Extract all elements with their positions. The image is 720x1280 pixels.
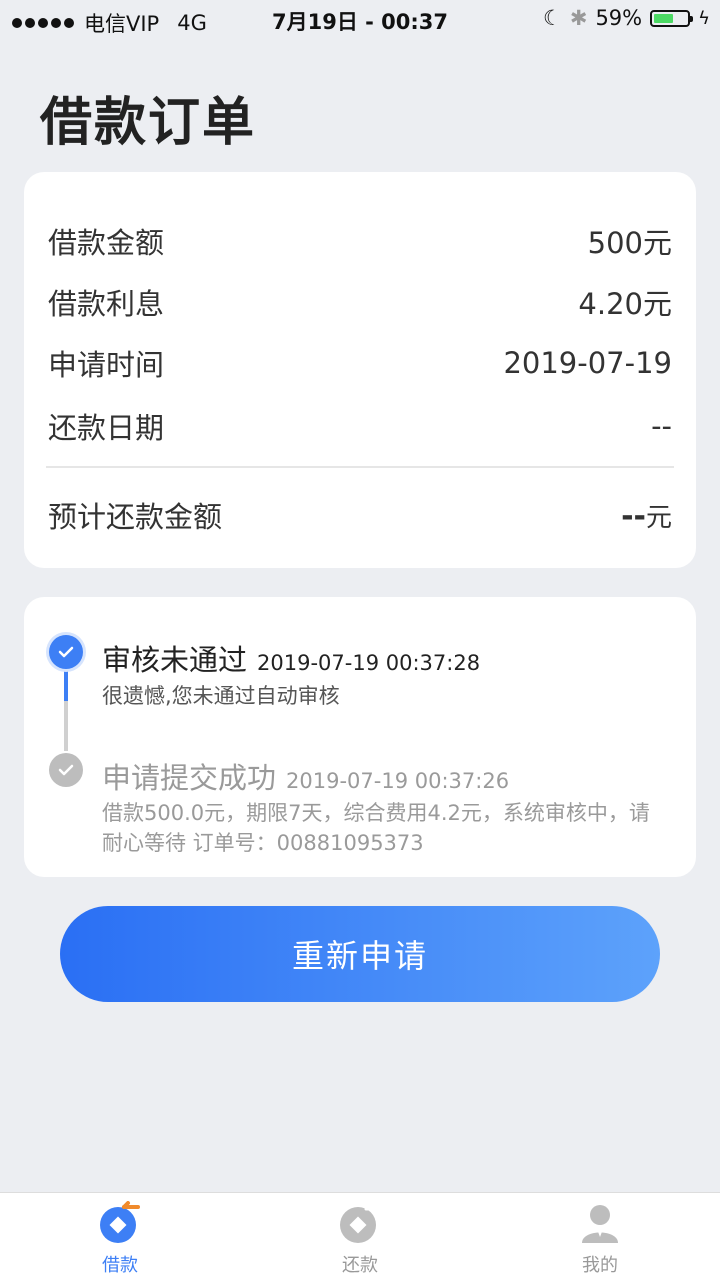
timeline-desc: 很遗憾,您未通过自动审核 [102, 684, 340, 708]
profile-icon [578, 1201, 622, 1245]
tab-label: 还款 [342, 1255, 378, 1276]
charging-icon: ϟ [698, 7, 710, 29]
tab-bar: 借款 还款 我的 [0, 1192, 720, 1280]
repay-icon [338, 1201, 382, 1245]
summary-row-apply-time: 申请时间 2019-07-19 [48, 342, 672, 384]
loan-icon [98, 1201, 142, 1245]
total-value: -- [621, 498, 646, 534]
summary-row-amount: 借款金额 500元 [48, 220, 672, 262]
timeline-item-title: 审核未通过 2019-07-19 00:37:28 [102, 637, 480, 679]
summary-value: 2019-07-19 [503, 346, 672, 380]
tab-repay[interactable]: 还款 [300, 1201, 420, 1277]
battery-icon [650, 9, 694, 27]
summary-label: 借款金额 [48, 226, 165, 260]
review-timeline-card: 审核未通过 2019-07-19 00:37:28 很遗憾,您未通过自动审核 申请… [24, 597, 696, 877]
tab-label: 借款 [102, 1255, 138, 1276]
summary-row-total: 预计还款金额 --元 [48, 494, 672, 536]
status-right: ☾ ✱ 59% ϟ [543, 6, 710, 30]
tab-profile[interactable]: 我的 [540, 1201, 660, 1277]
timeline-time: 2019-07-19 00:37:28 [257, 651, 481, 675]
summary-divider [46, 466, 674, 468]
timeline-desc: 借款500.0元，期限7天，综合费用4.2元，系统审核中，请耐心等待 订单号：0… [102, 801, 650, 855]
timeline-item-title: 申请提交成功 2019-07-19 00:37:26 [102, 755, 509, 797]
total-unit: 元 [645, 502, 672, 533]
timeline-status: 申请提交成功 [102, 761, 277, 795]
timeline-connector-inactive [64, 701, 68, 751]
moon-icon: ☾ [543, 6, 562, 30]
total-value-wrap: --元 [621, 497, 672, 534]
summary-row-repay-date: 还款日期 -- [48, 405, 672, 447]
summary-row-interest: 借款利息 4.20元 [48, 281, 672, 323]
summary-label: 借款利息 [48, 287, 165, 321]
timeline-time: 2019-07-19 00:37:26 [286, 769, 510, 793]
tab-label: 我的 [582, 1255, 618, 1276]
summary-value: 500元 [587, 226, 672, 260]
summary-value: 4.20元 [578, 287, 672, 321]
bluetooth-icon: ✱ [569, 6, 588, 30]
summary-label: 申请时间 [48, 348, 165, 382]
tab-loan[interactable]: 借款 [60, 1201, 180, 1277]
timeline-status: 审核未通过 [102, 643, 248, 677]
summary-value: -- [651, 409, 672, 443]
total-label: 预计还款金额 [48, 500, 223, 534]
summary-label: 还款日期 [48, 411, 165, 445]
loan-summary-card: 借款金额 500元 借款利息 4.20元 申请时间 2019-07-19 还款日… [24, 172, 696, 568]
reapply-button[interactable]: 重新申请 [60, 906, 660, 1002]
check-circle-icon [49, 635, 83, 669]
status-bar: 电信VIP 4G 7月19日 - 00:37 ☾ ✱ 59% ϟ [0, 0, 720, 40]
check-circle-icon [49, 753, 83, 787]
battery-percent: 59% [595, 6, 643, 30]
page-title: 借款订单 [40, 93, 257, 153]
